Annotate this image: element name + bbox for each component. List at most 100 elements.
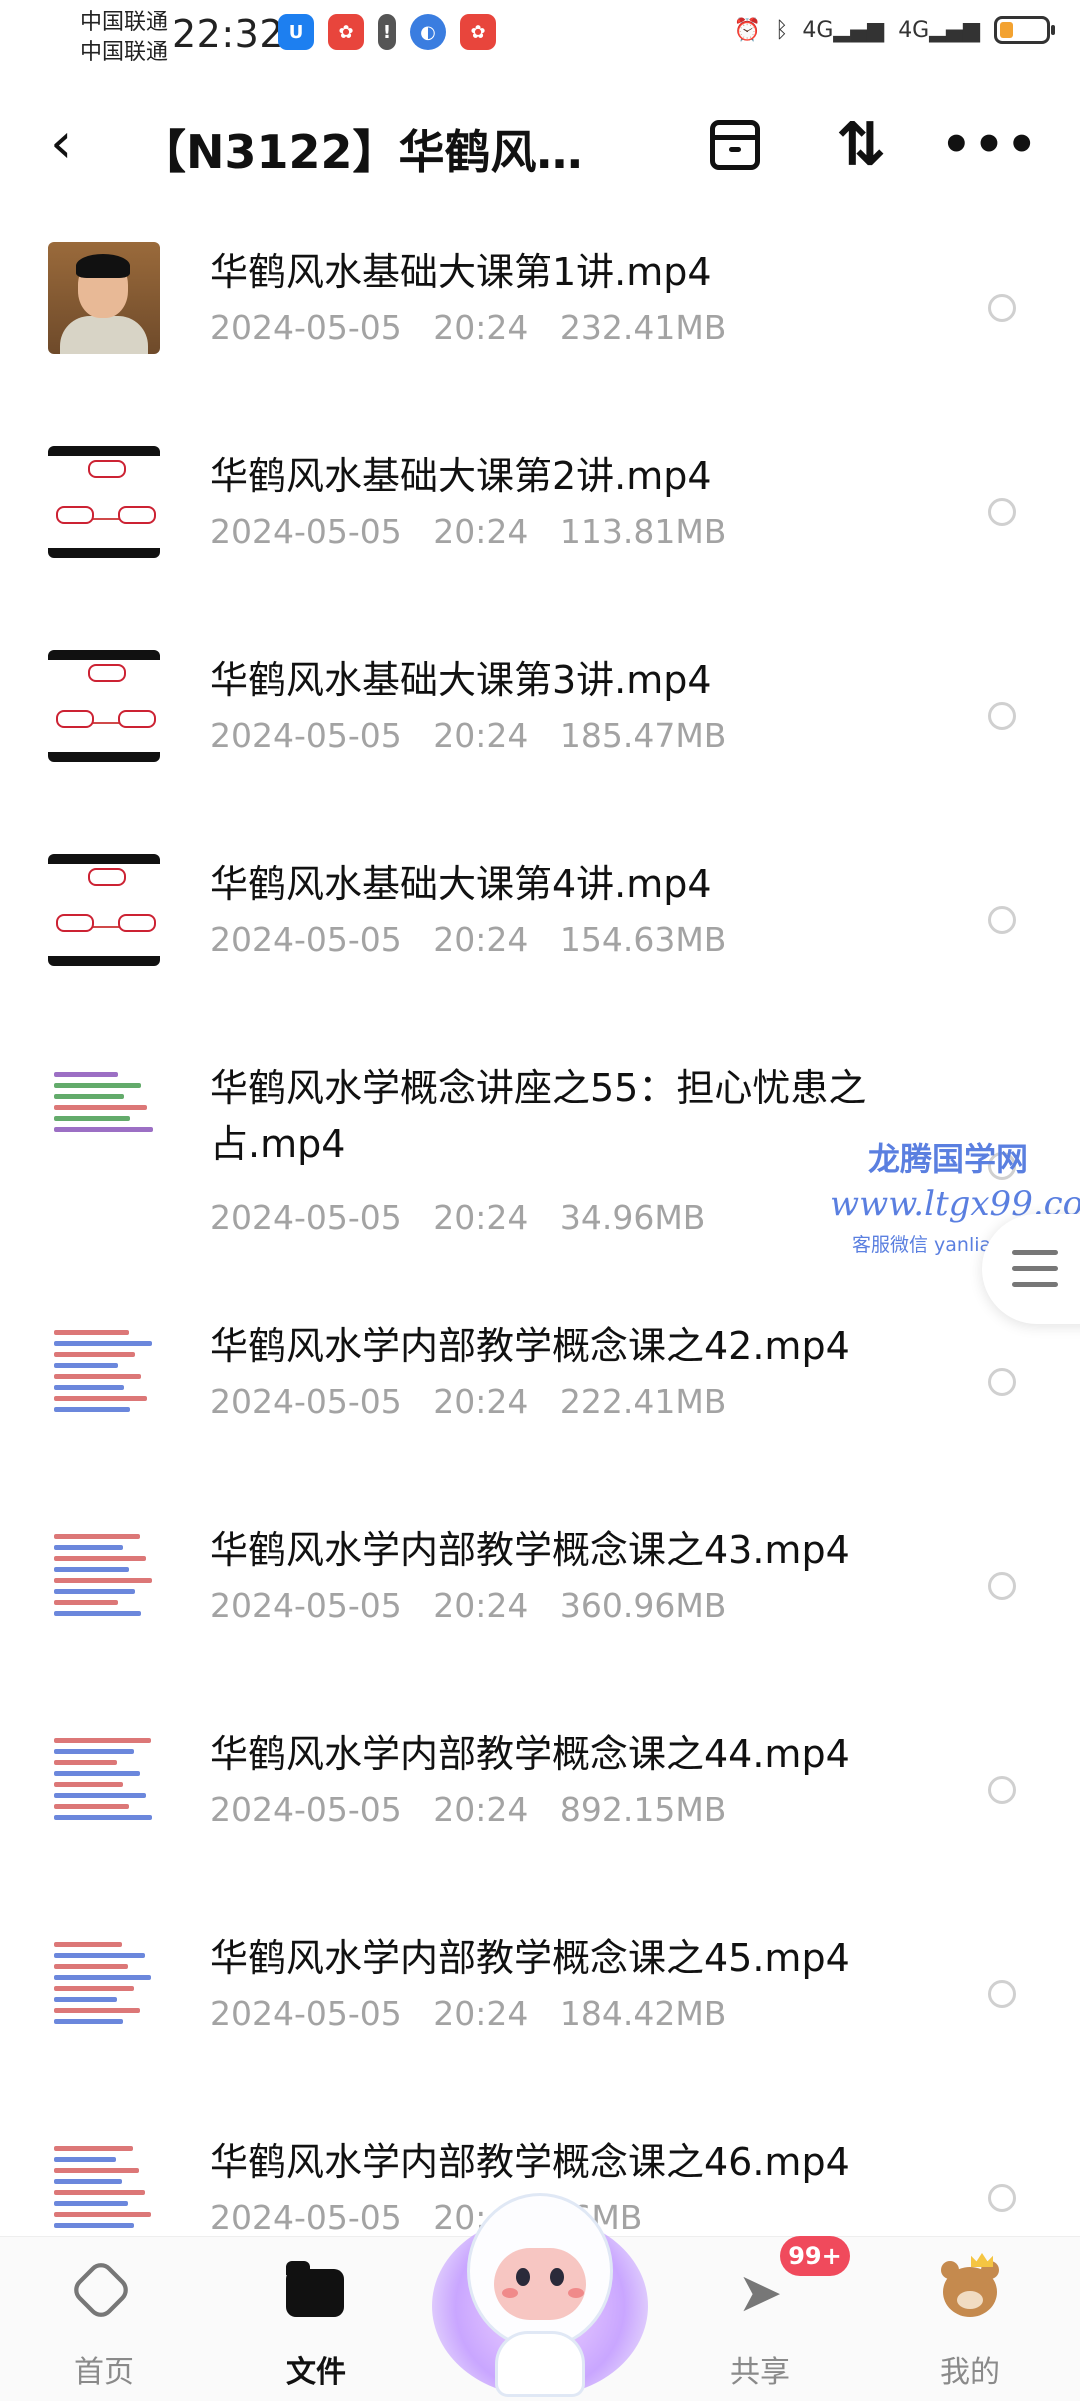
file-row[interactable]: 华鹤风水学内部教学概念课之42.mp4 2024-05-05 20:24 222.… xyxy=(0,1296,1080,1500)
folder-icon xyxy=(286,2261,346,2323)
top-bar: ‹ 【N3122】华鹤风… ⇅ ••• xyxy=(0,92,1080,202)
file-meta: 2024-05-05 20:24 113.81MB xyxy=(210,512,726,551)
home-icon xyxy=(68,2257,134,2323)
nav-label: 首页 xyxy=(74,2355,134,2390)
file-row[interactable]: 华鹤风水学内部教学概念课之45.mp4 2024-05-05 20:24 184.… xyxy=(0,1908,1080,2112)
select-radio[interactable] xyxy=(988,906,1016,934)
file-time: 20:24 xyxy=(433,308,529,347)
file-size: 232.41MB xyxy=(559,308,727,347)
video-thumbnail xyxy=(48,854,160,966)
file-time: 20:24 xyxy=(433,1586,529,1625)
select-radio[interactable] xyxy=(988,498,1016,526)
bluetooth-icon: ᛒ xyxy=(775,17,789,43)
file-date: 2024-05-05 xyxy=(210,1198,402,1237)
browser-icon: ◐ xyxy=(410,14,446,50)
app-notification-icon: ✿ xyxy=(460,14,496,50)
video-thumbnail xyxy=(48,1724,160,1836)
file-size: 185.47MB xyxy=(559,716,727,755)
video-thumbnail xyxy=(48,1520,160,1632)
file-row[interactable]: 华鹤风水基础大课第4讲.mp4 2024-05-05 20:24 154.63MB xyxy=(0,834,1080,1038)
notification-icons: U ✿ ! ◐ ✿ xyxy=(278,14,496,50)
file-size: 184.42MB xyxy=(559,1994,727,2033)
carrier-1: 中国联通 xyxy=(80,10,169,35)
file-date: 2024-05-05 xyxy=(210,716,402,755)
file-size: 222.41MB xyxy=(559,1382,727,1421)
file-date: 2024-05-05 xyxy=(210,308,402,347)
file-name: 华鹤风水基础大课第1讲.mp4 xyxy=(210,250,712,294)
file-date: 2024-05-05 xyxy=(210,1586,402,1625)
notification-badge: 99+ xyxy=(780,2236,850,2276)
file-date: 2024-05-05 xyxy=(210,512,402,551)
select-radio[interactable] xyxy=(988,1980,1016,2008)
file-time: 20:24 xyxy=(433,1198,529,1237)
more-icon[interactable]: ••• xyxy=(941,110,1037,180)
clock: 22:32 xyxy=(172,12,285,56)
file-name: 华鹤风水基础大课第3讲.mp4 xyxy=(210,658,712,702)
archive-box-icon[interactable] xyxy=(700,110,770,180)
battery-icon xyxy=(994,16,1055,44)
bear-avatar-icon xyxy=(937,2253,1003,2321)
select-radio[interactable] xyxy=(988,1572,1016,1600)
file-list: 华鹤风水基础大课第1讲.mp4 2024-05-05 20:24 232.41MB… xyxy=(0,222,1080,2316)
nav-label: 我的 xyxy=(940,2355,1000,2390)
file-time: 20:24 xyxy=(433,512,529,551)
video-thumbnail xyxy=(48,1058,160,1170)
nav-me[interactable]: 我的 xyxy=(880,2237,1060,2401)
file-size: 154.63MB xyxy=(559,920,727,959)
file-meta: 2024-05-05 20:24 184.42MB xyxy=(210,1994,726,2033)
file-name: 华鹤风水基础大课第4讲.mp4 xyxy=(210,862,712,906)
file-time: 20:24 xyxy=(433,716,529,755)
file-size: 360.96MB xyxy=(559,1586,727,1625)
select-radio[interactable] xyxy=(988,294,1016,322)
carrier-2: 中国联通 xyxy=(80,40,169,65)
file-meta: 2024-05-05 20:24 360.96MB xyxy=(210,1586,726,1625)
file-date: 2024-05-05 xyxy=(210,2198,402,2237)
file-size: 113.81MB xyxy=(559,512,727,551)
file-meta: 2024-05-05 20:24 154.63MB xyxy=(210,920,726,959)
alarm-icon: ⏰ xyxy=(733,17,762,43)
mascot-icon[interactable] xyxy=(432,2176,648,2400)
file-meta: 2024-05-05 20:24 892.15MB xyxy=(210,1790,726,1829)
file-name: 华鹤风水基础大课第2讲.mp4 xyxy=(210,454,712,498)
file-row[interactable]: 华鹤风水基础大课第2讲.mp4 2024-05-05 20:24 113.81MB xyxy=(0,426,1080,630)
sort-icon[interactable]: ⇅ xyxy=(826,110,896,180)
file-date: 2024-05-05 xyxy=(210,920,402,959)
nav-files[interactable]: 文件 xyxy=(226,2237,406,2401)
file-name: 华鹤风水学内部教学概念课之44.mp4 xyxy=(210,1732,850,1776)
share-plane-icon: ➤ xyxy=(737,2261,783,2324)
chevron-left-icon[interactable]: ‹ xyxy=(50,114,90,174)
file-row[interactable]: 华鹤风水基础大课第3讲.mp4 2024-05-05 20:24 185.47MB xyxy=(0,630,1080,834)
file-time: 20:24 xyxy=(433,1994,529,2033)
signal-icon-2: 4G▂▄▆ xyxy=(898,17,980,43)
status-bar: 中国联通 中国联通 22:32 U ✿ ! ◐ ✿ ⏰ ᛒ 4G▂▄▆ 4G▂▄… xyxy=(0,0,1080,80)
file-meta: 2024-05-05 20:24 222.41MB xyxy=(210,1382,726,1421)
file-row[interactable]: 华鹤风水基础大课第1讲.mp4 2024-05-05 20:24 232.41MB xyxy=(0,222,1080,426)
file-name: 华鹤风水学概念讲座之55：担心忧患之占.mp4 xyxy=(210,1066,867,1166)
page-title: 【N3122】华鹤风… xyxy=(140,125,583,179)
file-row[interactable]: 华鹤风水学内部教学概念课之44.mp4 2024-05-05 20:24 892.… xyxy=(0,1704,1080,1908)
select-radio[interactable] xyxy=(988,702,1016,730)
app-notification-icon: U xyxy=(278,14,314,50)
watermark-title: 龙腾国学网 xyxy=(868,1140,1029,1178)
select-radio[interactable] xyxy=(988,1776,1016,1804)
nav-home[interactable]: 首页 xyxy=(14,2237,194,2401)
nav-label: 共享 xyxy=(730,2355,790,2390)
file-size: 892.15MB xyxy=(559,1790,727,1829)
file-time: 20:24 xyxy=(433,1382,529,1421)
app-notification-icon: ✿ xyxy=(328,14,364,50)
file-name: 华鹤风水学内部教学概念课之43.mp4 xyxy=(210,1528,850,1572)
select-radio[interactable] xyxy=(988,1368,1016,1396)
file-size: 34.96MB xyxy=(559,1198,706,1237)
file-name: 华鹤风水学内部教学概念课之42.mp4 xyxy=(210,1324,850,1368)
file-date: 2024-05-05 xyxy=(210,1790,402,1829)
file-row[interactable]: 华鹤风水学内部教学概念课之43.mp4 2024-05-05 20:24 360.… xyxy=(0,1500,1080,1704)
file-date: 2024-05-05 xyxy=(210,1994,402,2033)
file-time: 20:24 xyxy=(433,920,529,959)
video-thumbnail xyxy=(48,1928,160,2040)
file-date: 2024-05-05 xyxy=(210,1382,402,1421)
signal-icon-1: 4G▂▄▆ xyxy=(802,17,885,43)
nav-label: 文件 xyxy=(286,2355,346,2390)
select-radio[interactable] xyxy=(988,2184,1016,2212)
file-name: 华鹤风水学内部教学概念课之45.mp4 xyxy=(210,1936,850,1980)
video-thumbnail xyxy=(48,650,160,762)
